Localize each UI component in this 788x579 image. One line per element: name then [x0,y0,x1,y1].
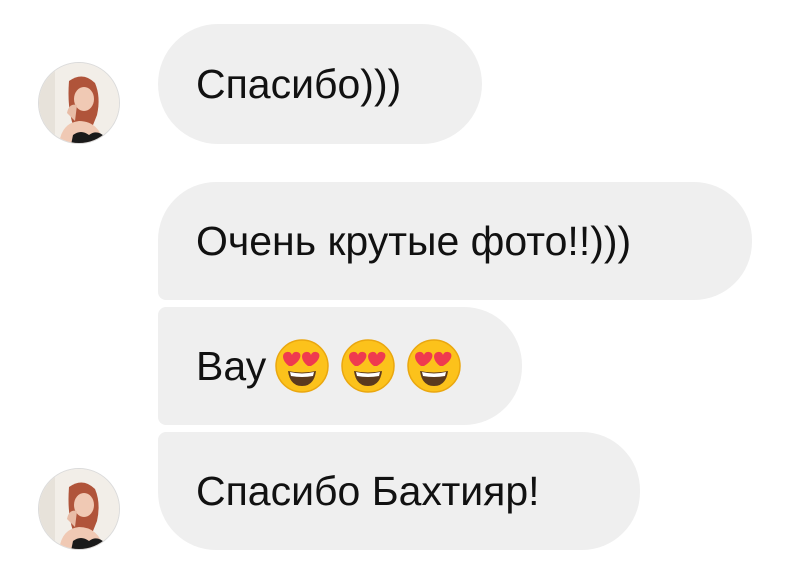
emoji-group [274,338,462,394]
message-bubble[interactable]: Вау [158,307,522,425]
sender-avatar[interactable] [38,62,120,144]
message-bubble[interactable]: Очень крутые фото!!))) [158,182,752,300]
sender-avatar[interactable] [38,468,120,550]
heart-eyes-emoji-icon [406,338,462,394]
message-text: Вау [196,342,267,389]
avatar-photo-icon [39,469,119,549]
message-text: Спасибо))) [196,60,402,107]
message-text: Очень крутые фото!!))) [196,217,632,264]
message-bubble[interactable]: Спасибо))) [158,24,482,144]
avatar-photo-icon [39,63,119,143]
message-bubble[interactable]: Спасибо Бахтияр! [158,432,640,550]
heart-eyes-emoji-icon [274,338,330,394]
heart-eyes-emoji-icon [340,338,396,394]
message-text: Спасибо Бахтияр! [196,467,540,514]
